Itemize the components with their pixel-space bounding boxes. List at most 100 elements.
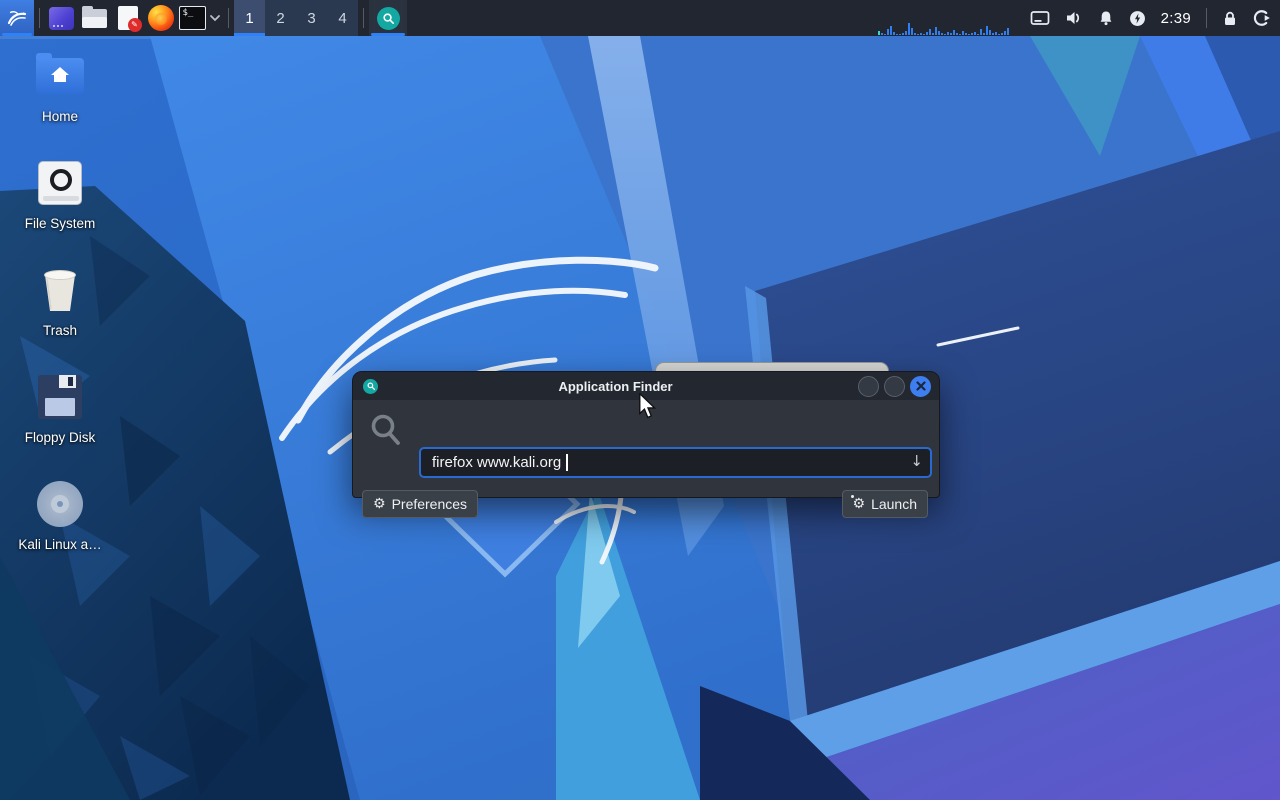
display-icon[interactable]	[1030, 10, 1050, 26]
net-graph-bar	[896, 34, 898, 35]
net-graph-bar	[914, 33, 916, 35]
desktop-root: ✎ $_ 1 2 3 4 2:39 Home File System Trash…	[0, 0, 1280, 800]
desktop-icon-kali-cd[interactable]: Kali Linux a…	[12, 480, 108, 552]
logout-icon[interactable]	[1253, 9, 1271, 27]
mouse-cursor	[639, 393, 657, 419]
gear-icon: ⚙	[373, 496, 386, 512]
net-graph-bar	[1001, 33, 1003, 35]
workspace-button-3[interactable]: 3	[296, 0, 327, 36]
text-editor-icon: ✎	[117, 6, 142, 32]
workspace-button-1[interactable]: 1	[234, 0, 265, 36]
desktop-icon-trash[interactable]: Trash	[12, 266, 108, 338]
net-graph-bar	[1004, 31, 1006, 35]
desktop-icon-label: Trash	[42, 323, 77, 338]
workspace-switcher: 1 2 3 4	[234, 0, 358, 36]
search-icon	[371, 414, 400, 445]
launcher-text-editor[interactable]: ✎	[111, 0, 144, 36]
net-graph-bar	[917, 34, 919, 35]
net-graph-bar	[911, 28, 913, 35]
net-graph-bar	[887, 29, 889, 35]
launcher-terminal[interactable]: $_	[177, 0, 207, 36]
desktop-icon-floppy-disk[interactable]: Floppy Disk	[12, 373, 108, 445]
net-graph-bar	[905, 31, 907, 35]
net-graph-bar	[944, 34, 946, 35]
net-graph-bar	[908, 23, 910, 35]
net-graph-bar	[878, 31, 880, 35]
minimize-button[interactable]	[858, 375, 879, 397]
notifications-bell-icon[interactable]	[1098, 10, 1114, 26]
firefox-icon	[147, 5, 174, 31]
clock[interactable]: 2:39	[1161, 10, 1191, 27]
net-graph-bar	[881, 33, 883, 35]
desktop-icon-file-system[interactable]: File System	[12, 159, 108, 231]
power-manager-icon[interactable]	[1129, 10, 1146, 27]
net-graph-bar	[959, 34, 961, 35]
desktop-icon-label: Kali Linux a…	[18, 537, 102, 552]
close-button[interactable]	[910, 375, 931, 397]
file-system-drive-icon	[38, 161, 82, 205]
application-finder-window: Application Finder ↓ ⚙ Preferences ⚙	[352, 371, 940, 518]
home-folder-icon	[36, 53, 84, 94]
chevron-down-icon	[210, 15, 220, 22]
net-graph-bar	[899, 34, 901, 35]
net-graph-bar	[923, 34, 925, 35]
net-graph-bar	[893, 32, 895, 35]
net-graph-bar	[920, 33, 922, 35]
lock-screen-icon[interactable]	[1222, 10, 1238, 27]
workspace-button-2[interactable]: 2	[265, 0, 296, 36]
desktop-icon-label: Floppy Disk	[24, 430, 96, 445]
net-graph-bar	[971, 33, 973, 35]
net-graph-bar	[962, 31, 964, 35]
net-graph-bar	[938, 31, 940, 35]
volume-icon[interactable]	[1065, 10, 1083, 26]
net-graph-bar	[926, 32, 928, 35]
launcher-firefox[interactable]	[144, 0, 177, 36]
net-graph-bar	[992, 33, 994, 35]
preferences-label: Preferences	[391, 496, 468, 512]
terminal-icon: $_	[178, 6, 206, 30]
net-graph-bar	[986, 26, 988, 35]
search-field-wrapper: ↓	[419, 447, 932, 478]
desktop-icon-home[interactable]: Home	[12, 52, 108, 124]
net-graph-bar	[932, 33, 934, 35]
search-input[interactable]	[419, 447, 932, 478]
net-graph-bar	[989, 30, 991, 35]
net-graph-bar	[884, 34, 886, 35]
net-graph-bar	[977, 34, 979, 35]
net-graph-bar	[902, 33, 904, 35]
run-gear-icon: ⚙	[850, 495, 866, 512]
file-manager-icon	[82, 5, 107, 28]
net-graph-bar	[890, 26, 892, 35]
launch-button[interactable]: ⚙ Launch	[841, 490, 928, 518]
net-graph-bar	[947, 32, 949, 35]
preferences-button[interactable]: ⚙ Preferences	[362, 490, 479, 518]
desktop-icon-label: Home	[41, 109, 78, 124]
taskbar-application-finder[interactable]	[369, 0, 407, 36]
top-panel: ✎ $_ 1 2 3 4 2:39	[0, 0, 1280, 36]
system-tray: 2:39	[1030, 0, 1280, 36]
launch-label: Launch	[871, 496, 917, 512]
panel-separator	[39, 8, 40, 28]
net-graph-bar	[929, 29, 931, 35]
cd-disc-icon	[37, 481, 83, 527]
launcher-window-app[interactable]	[45, 0, 78, 36]
net-graph-bar	[968, 34, 970, 35]
net-graph-bar	[983, 33, 985, 35]
application-finder-icon	[376, 6, 400, 30]
net-graph-bar	[941, 33, 943, 35]
dropdown-arrow-icon[interactable]: ↓	[910, 452, 923, 470]
terminal-dropdown-button[interactable]	[207, 0, 223, 36]
net-graph-bar	[950, 33, 952, 35]
text-caret	[566, 454, 568, 471]
net-graph-bar	[953, 30, 955, 35]
panel-separator	[1206, 8, 1207, 28]
applications-menu-button[interactable]	[0, 0, 34, 36]
maximize-button[interactable]	[884, 375, 905, 397]
net-graph-bar	[980, 29, 982, 35]
workspace-button-4[interactable]: 4	[327, 0, 358, 36]
trash-can-icon	[44, 270, 76, 311]
launcher-file-manager[interactable]	[78, 0, 111, 36]
panel-separator	[363, 8, 364, 28]
net-graph-bar	[1007, 28, 1009, 35]
floppy-disk-icon	[38, 375, 82, 419]
